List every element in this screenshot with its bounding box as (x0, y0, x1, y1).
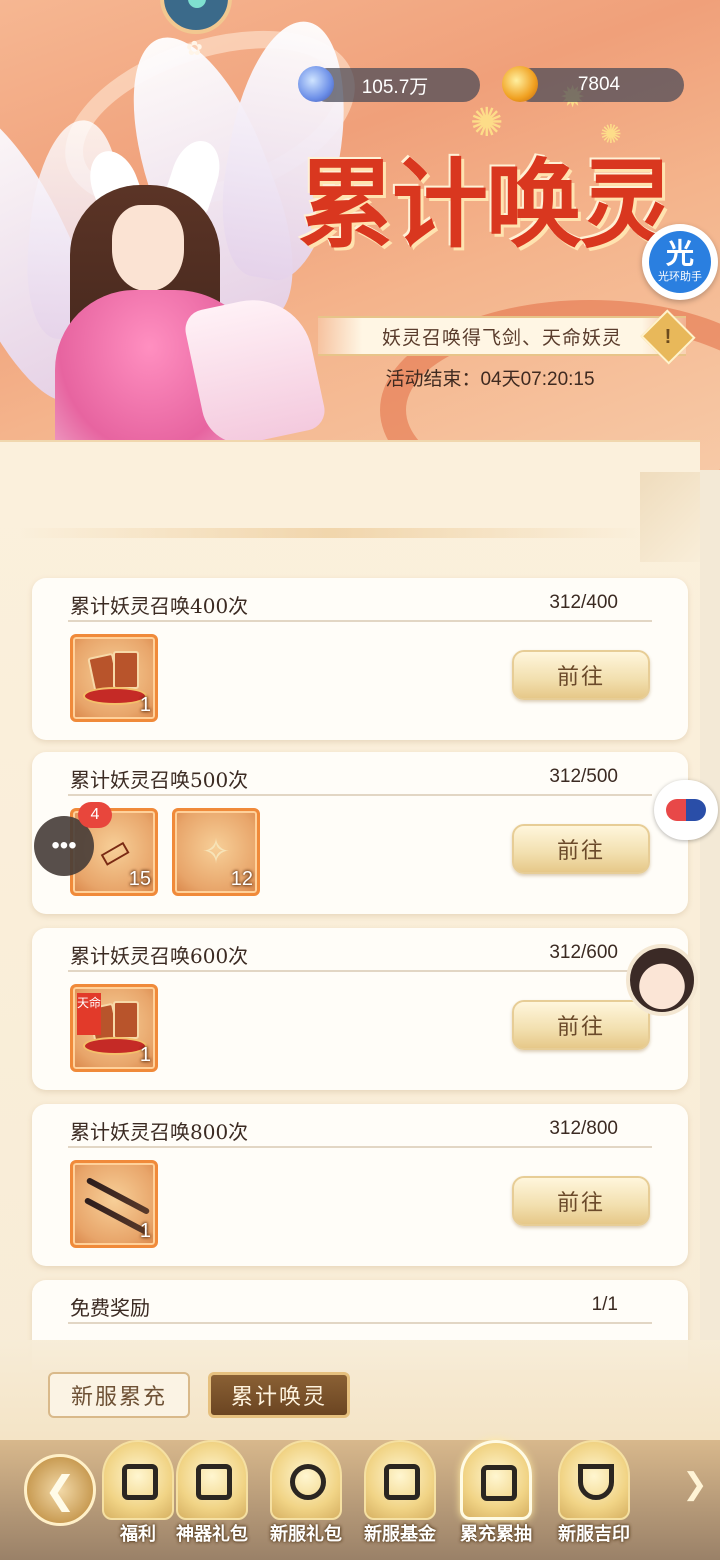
go-button[interactable]: 前往 (512, 1176, 650, 1226)
firework-decor: ✺ (470, 100, 504, 146)
card-pack-icon[interactable]: 1 (70, 634, 158, 722)
event-timer: 活动结束：04天07:20:15 (340, 364, 640, 391)
task-name: 累计妖灵召唤500次 (70, 768, 249, 792)
nav-label: 神器礼包 (176, 1524, 248, 1545)
task-name: 累计妖灵召唤800次 (70, 1120, 249, 1144)
new-server-fund-icon (364, 1440, 436, 1520)
nav-new-server-fund[interactable]: 新服基金 (352, 1440, 448, 1560)
flower-icon: ✿ (186, 36, 203, 60)
flying-swords-icon[interactable]: 1 (70, 1160, 158, 1248)
task-progress: 312/600 (549, 942, 618, 963)
event-banner: ✿ ✺ ✹ ✺ 105.7万 7804 累计唤灵 妖灵召唤得飞剑、天命妖灵 ! … (0, 0, 720, 470)
timer-label: 活动结束： (385, 368, 481, 390)
task-name: 免费奖励 (70, 1296, 150, 1320)
helper-glyph: 光 (665, 238, 694, 269)
event-subtitle: 妖灵召唤得飞剑、天命妖灵 (318, 316, 686, 356)
chevron-right-icon[interactable]: ❯ (678, 1464, 712, 1504)
new-server-gift-icon (270, 1440, 342, 1520)
nav-label: 累充累抽 (460, 1524, 532, 1545)
spirit-amount: 105.7万 (361, 76, 429, 98)
helper-label: 光环助手 (658, 271, 702, 283)
tianming-tag: 天命 (77, 993, 101, 1035)
brush-stroke-decor (20, 528, 640, 538)
timer-value: 04天07:20:15 (480, 369, 595, 390)
sword-fragment-icon[interactable]: ✧ 12 (172, 808, 260, 896)
task-card: 累计妖灵召唤400次 312/400 1 前往 (32, 578, 688, 740)
task-progress: 312/500 (549, 766, 618, 787)
nav-label: 新服礼包 (270, 1524, 342, 1545)
task-progress: 312/400 (549, 592, 618, 613)
go-button[interactable]: 前往 (512, 1000, 650, 1050)
divider (68, 1146, 652, 1148)
spirit-gem-icon (298, 66, 334, 102)
reward-count: 1 (139, 694, 151, 716)
nav-label: 新服吉印 (558, 1524, 630, 1545)
cumulative-draw-icon (460, 1440, 532, 1520)
artifact-gift-icon (176, 1440, 248, 1520)
gold-gem-icon (502, 66, 538, 102)
gold-currency[interactable]: 7804 (502, 66, 684, 102)
firework-decor: ✺ (600, 120, 622, 150)
task-card: 累计妖灵召唤600次 312/600 天命 1 前往 (32, 928, 688, 1090)
task-card: 累计妖灵召唤800次 312/800 1 前往 (32, 1104, 688, 1266)
gold-amount: 7804 (577, 74, 621, 95)
nav-cumulative-draw[interactable]: 累充累抽 (448, 1440, 544, 1560)
reward-count: 15 (128, 868, 151, 890)
divider (68, 970, 652, 972)
reward-count: 12 (230, 868, 253, 890)
player-avatar-icon[interactable] (160, 0, 232, 34)
divider (68, 794, 652, 796)
chat-unread-badge: 4 (78, 802, 112, 828)
nav-artifact-gift[interactable]: 神器礼包 (164, 1440, 260, 1560)
back-arrow-icon[interactable]: ❮ (24, 1454, 96, 1526)
divider (68, 620, 652, 622)
tab-cumulative-summon[interactable]: 累计唤灵 (208, 1372, 350, 1418)
new-server-seal-icon (558, 1440, 630, 1520)
nav-label: 新服基金 (364, 1524, 436, 1545)
go-button[interactable]: 前往 (512, 650, 650, 700)
go-button[interactable]: 前往 (512, 824, 650, 874)
assistant-avatar-icon[interactable] (626, 944, 698, 1016)
nav-new-server-gift[interactable]: 新服礼包 (258, 1440, 354, 1560)
nav-new-server-seal[interactable]: 新服吉印 (546, 1440, 642, 1560)
character-face (112, 205, 184, 291)
spirit-currency[interactable]: 105.7万 (298, 66, 480, 102)
task-progress: 1/1 (591, 1294, 618, 1315)
event-title: 累计唤灵 (298, 148, 676, 261)
task-card: 累计妖灵召唤500次 312/500 ▭ 15 ✧ 12 前往 (32, 752, 688, 914)
tianming-card-pack-icon[interactable]: 天命 1 (70, 984, 158, 1072)
divider (68, 1322, 652, 1324)
tab-new-server-recharge[interactable]: 新服累充 (48, 1372, 190, 1418)
task-progress: 312/800 (549, 1118, 618, 1139)
task-name: 累计妖灵召唤400次 (70, 594, 249, 618)
helper-assistant-icon[interactable]: 光 光环助手 (642, 224, 718, 300)
reward-count: 1 (139, 1044, 151, 1066)
reward-count: 1 (139, 1220, 151, 1242)
paper-fold-decor (640, 472, 700, 562)
screen-record-icon[interactable] (654, 780, 718, 840)
task-name: 累计妖灵召唤600次 (70, 944, 249, 968)
